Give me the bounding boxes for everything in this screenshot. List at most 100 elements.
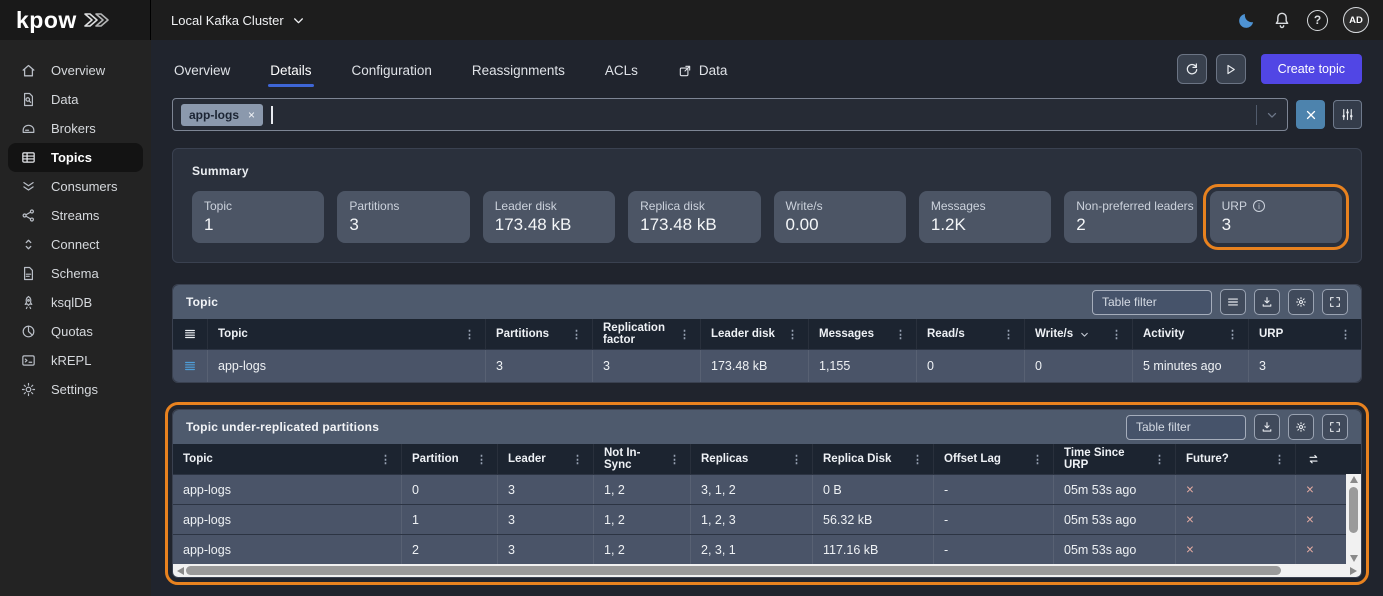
column-menu-icon[interactable]: ⋮ [476,453,487,466]
column-header[interactable]: Time Since URP⋮ [1053,444,1175,474]
table-settings-button[interactable] [1288,289,1314,315]
column-menu-icon[interactable]: ⋮ [679,328,690,341]
help-button[interactable]: ? [1307,10,1328,31]
table-settings-button[interactable] [1288,414,1314,440]
download-button[interactable] [1254,414,1280,440]
vertical-scroll-thumb[interactable] [1349,487,1358,533]
urp-row[interactable]: app-logs 0 3 1, 2 3, 1, 2 0 B - 05m 53s … [173,474,1346,504]
avatar[interactable]: AD [1343,7,1369,33]
chevron-down-icon[interactable] [1265,108,1279,122]
horizontal-scroll-thumb[interactable] [186,566,1281,575]
column-menu-icon[interactable]: ⋮ [1340,328,1351,341]
column-menu-icon[interactable]: ⋮ [464,328,475,341]
sidebar-item-overview[interactable]: Overview [8,56,143,85]
column-header[interactable]: Partitions⋮ [485,319,592,349]
tab-overview[interactable]: Overview [172,43,232,95]
cell-action-cross-icon[interactable]: × [1295,505,1346,534]
tab-configuration[interactable]: Configuration [350,43,434,95]
column-header[interactable]: Leader disk⋮ [700,319,808,349]
tab-reassignments[interactable]: Reassignments [470,43,567,95]
column-menu-icon[interactable]: ⋮ [1111,328,1122,341]
cluster-selector[interactable]: Local Kafka Cluster [171,13,305,28]
sidebar-item-data[interactable]: Data [8,85,143,114]
play-button[interactable] [1216,54,1246,84]
tab-data[interactable]: Data [676,43,730,95]
column-header-sorted[interactable]: Write/s⋮ [1024,319,1132,349]
column-menu-icon[interactable]: ⋮ [572,453,583,466]
column-menu-icon[interactable]: ⋮ [1154,453,1165,466]
cell-time-since-urp: 05m 53s ago [1053,475,1175,504]
column-header[interactable]: Partition⋮ [401,444,497,474]
expand-button[interactable] [1322,414,1348,440]
sidebar-item-krepl[interactable]: kREPL [8,346,143,375]
column-menu-icon[interactable]: ⋮ [912,453,923,466]
column-header[interactable]: Replica Disk⋮ [812,444,933,474]
scroll-up-icon[interactable] [1350,476,1358,483]
chip-remove-icon[interactable]: × [248,109,255,121]
search-input[interactable] [281,107,1248,122]
cell-action-cross-icon[interactable]: × [1295,535,1346,564]
column-menu-icon[interactable]: ⋮ [791,453,802,466]
column-menu-icon[interactable]: ⋮ [895,328,906,341]
column-header[interactable]: Topic⋮ [173,444,401,474]
sidebar-item-schema[interactable]: Schema [8,259,143,288]
info-icon[interactable]: i [1253,200,1265,212]
urp-row[interactable]: app-logs 2 3 1, 2 2, 3, 1 117.16 kB - 05… [173,534,1346,564]
search-chip[interactable]: app-logs × [181,104,263,126]
create-topic-button[interactable]: Create topic [1261,54,1362,84]
sidebar-item-streams[interactable]: Streams [8,201,143,230]
column-header[interactable]: Activity⋮ [1132,319,1248,349]
topic-search-box[interactable]: app-logs × [172,98,1288,131]
horizontal-scrollbar[interactable] [173,564,1361,577]
column-menu-icon[interactable]: ⋮ [669,453,680,466]
column-header[interactable]: Messages⋮ [808,319,916,349]
clear-search-button[interactable] [1296,100,1325,129]
column-header[interactable]: Replication factor⋮ [592,319,700,349]
column-header[interactable]: Leader⋮ [497,444,593,474]
scroll-left-icon[interactable] [177,567,184,575]
scroll-down-icon[interactable] [1350,555,1358,562]
refresh-button[interactable] [1177,54,1207,84]
notifications-button[interactable] [1272,10,1292,30]
sidebar-item-brokers[interactable]: Brokers [8,114,143,143]
column-header-actions[interactable] [1295,444,1346,474]
sidebar-item-ksqldb[interactable]: ksqlDB [8,288,143,317]
column-menu-icon[interactable]: ⋮ [380,453,391,466]
sidebar-item-quotas[interactable]: Quotas [8,317,143,346]
column-header[interactable]: Not In-Sync⋮ [593,444,690,474]
row-menu-icon[interactable] [173,350,207,382]
column-header[interactable]: Read/s⋮ [916,319,1024,349]
column-header[interactable]: URP⋮ [1248,319,1361,349]
header-menu-icon[interactable] [173,319,207,349]
sidebar-item-topics[interactable]: Topics [8,143,143,172]
logo[interactable]: kpow [0,0,151,40]
column-header[interactable]: Replicas⋮ [690,444,812,474]
tab-details[interactable]: Details [268,43,313,95]
cell-topic: app-logs [173,505,401,534]
sidebar-item-connect[interactable]: Connect [8,230,143,259]
scroll-right-icon[interactable] [1350,567,1357,575]
sidebar-item-settings[interactable]: Settings [8,375,143,404]
theme-toggle-button[interactable] [1236,10,1257,31]
column-menu-icon[interactable]: ⋮ [1003,328,1014,341]
sidebar-item-consumers[interactable]: Consumers [8,172,143,201]
cell-action-cross-icon[interactable]: × [1295,475,1346,504]
tab-acls[interactable]: ACLs [603,43,640,95]
search-filter-button[interactable] [1333,100,1362,129]
column-header[interactable]: Future?⋮ [1175,444,1295,474]
columns-menu-button[interactable] [1220,289,1246,315]
expand-button[interactable] [1322,289,1348,315]
topic-table-row[interactable]: app-logs 3 3 173.48 kB 1,155 0 0 5 minut… [173,349,1361,382]
column-menu-icon[interactable]: ⋮ [1032,453,1043,466]
column-header[interactable]: Topic⋮ [207,319,485,349]
column-menu-icon[interactable]: ⋮ [571,328,582,341]
column-menu-icon[interactable]: ⋮ [1274,453,1285,466]
column-menu-icon[interactable]: ⋮ [1227,328,1238,341]
table-filter-input[interactable] [1092,290,1212,315]
table-filter-input[interactable] [1126,415,1246,440]
urp-row[interactable]: app-logs 1 3 1, 2 1, 2, 3 56.32 kB - 05m… [173,504,1346,534]
column-header[interactable]: Offset Lag⋮ [933,444,1053,474]
download-button[interactable] [1254,289,1280,315]
vertical-scrollbar[interactable] [1346,474,1361,564]
column-menu-icon[interactable]: ⋮ [787,328,798,341]
